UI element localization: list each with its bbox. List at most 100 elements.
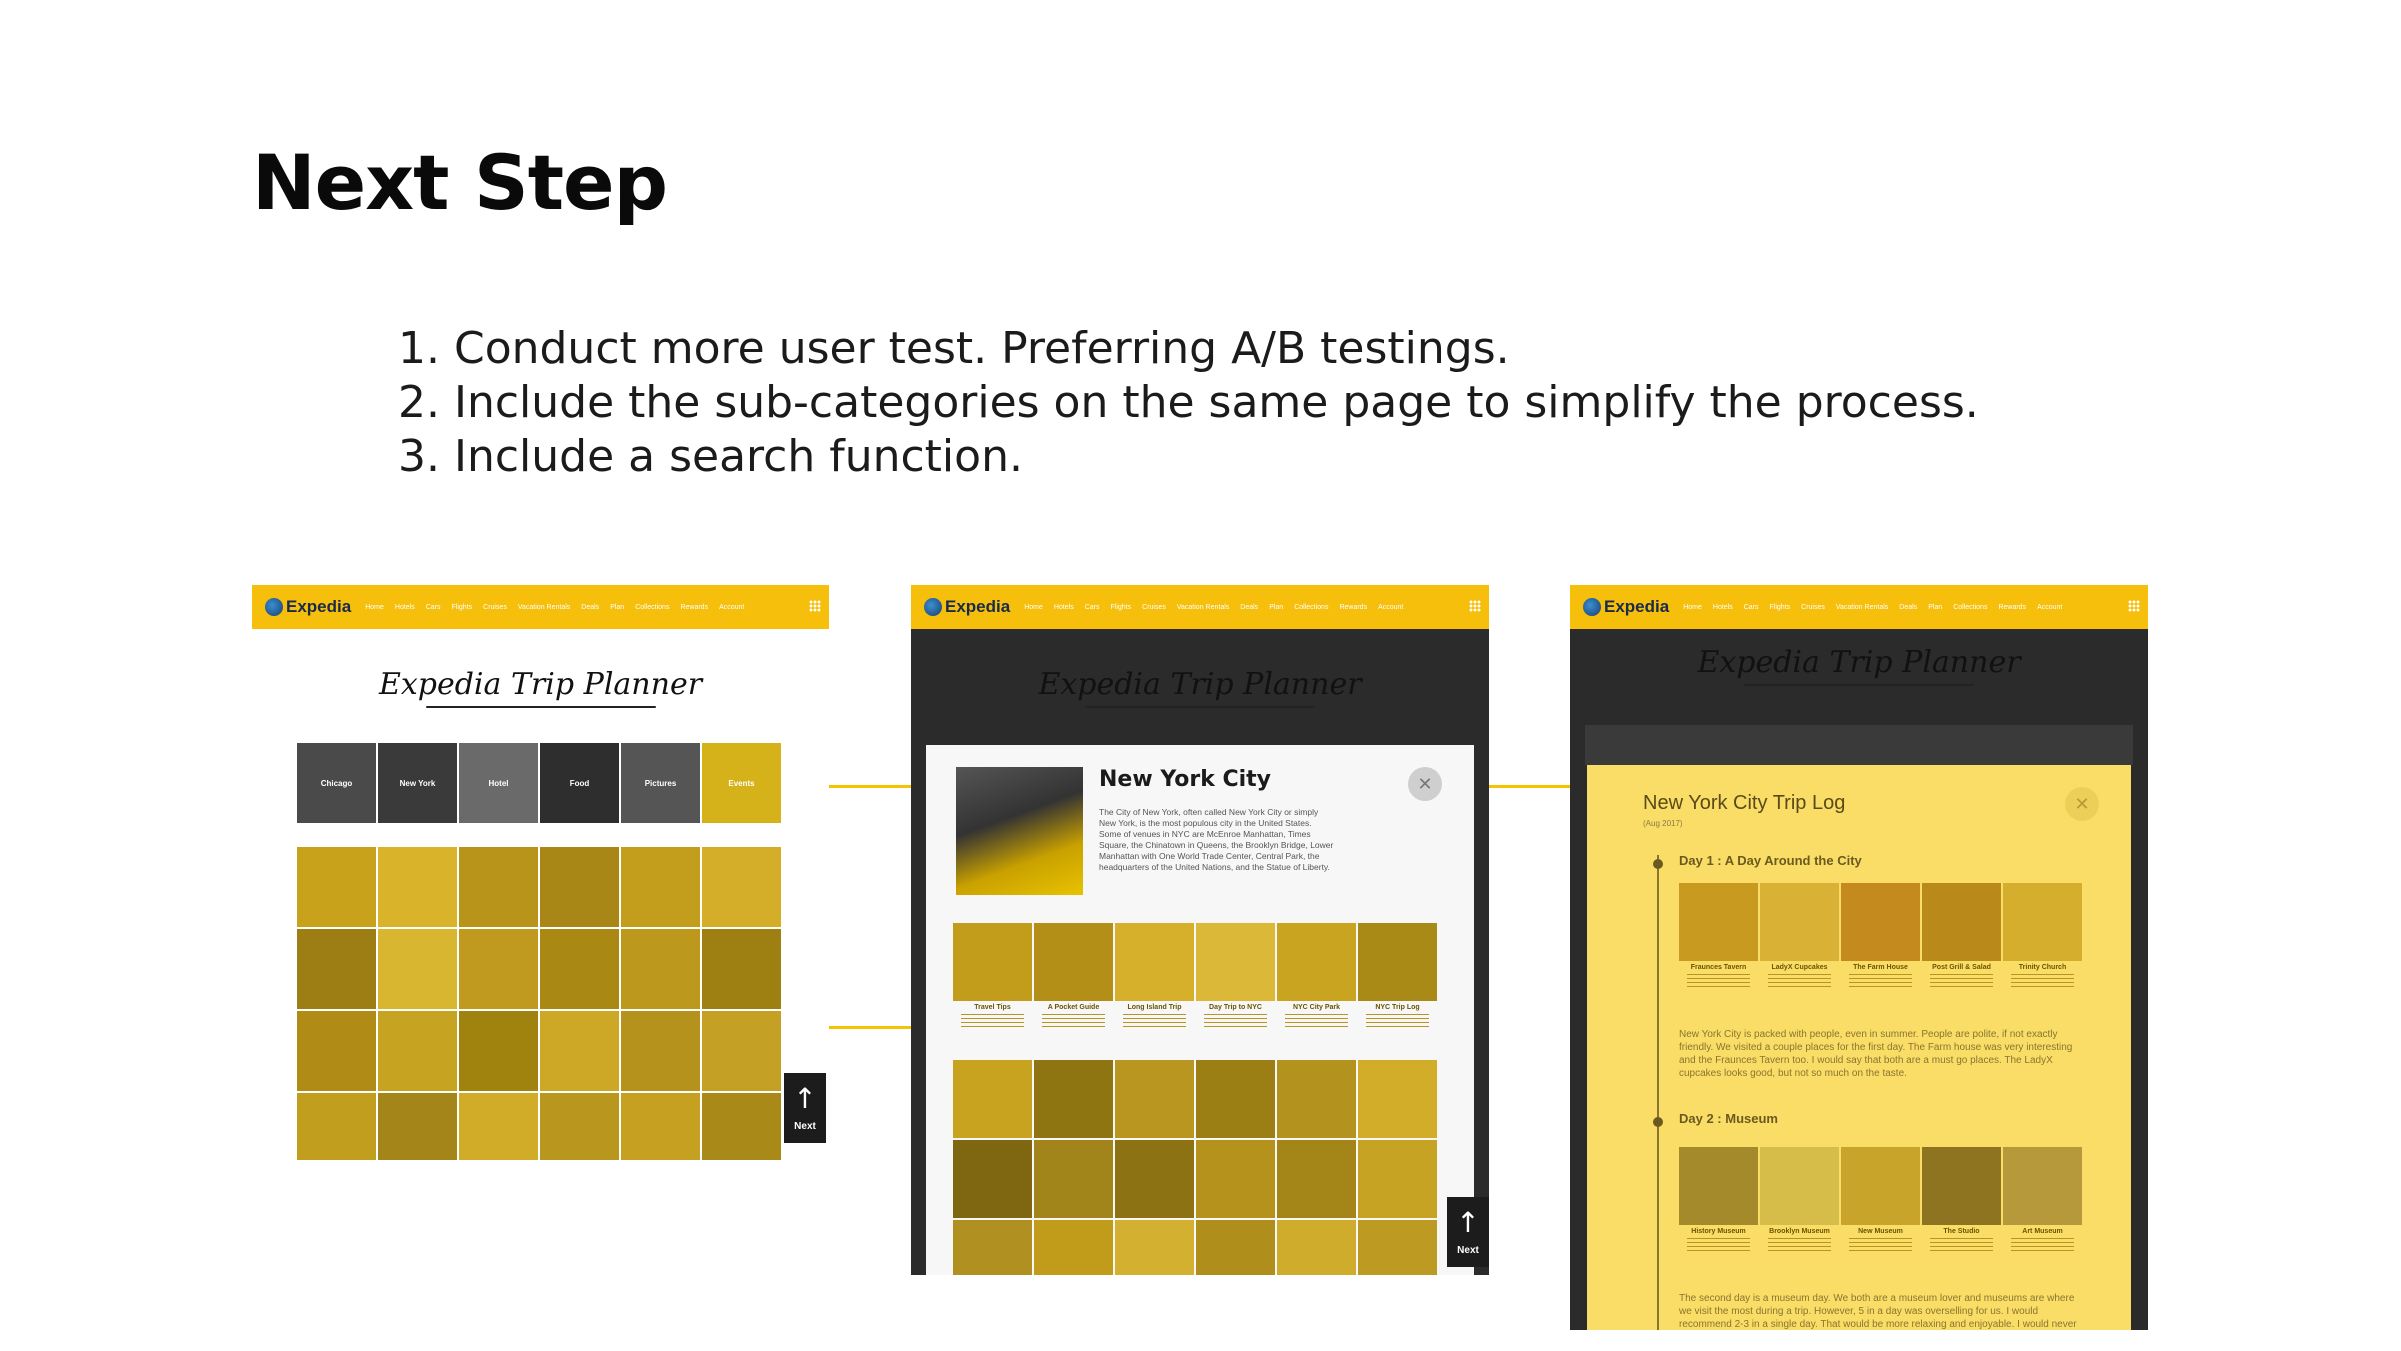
photo-tile[interactable] [1196,1220,1275,1275]
place-card[interactable]: Art Museum [2003,1147,2082,1252]
photo-tile[interactable] [702,847,781,927]
photo-tile[interactable] [378,1011,457,1091]
photo-tile[interactable] [1034,1060,1113,1138]
nav-collections[interactable]: Collections [1953,604,1987,611]
nav-hotels[interactable]: Hotels [395,604,415,611]
photo-tile[interactable] [702,1093,781,1160]
category-tile-pictures[interactable]: Pictures [621,743,700,823]
photo-tile[interactable] [1358,1220,1437,1275]
nav-deals[interactable]: Deals [1240,604,1258,611]
photo-tile[interactable] [378,1093,457,1160]
apps-grid-icon[interactable] [1469,600,1481,612]
nav-hotels[interactable]: Hotels [1054,604,1074,611]
photo-tile[interactable] [953,1140,1032,1218]
photo-tile[interactable] [1358,1140,1437,1218]
photo-tile[interactable] [621,1093,700,1160]
apps-grid-icon[interactable] [809,600,821,612]
photo-tile[interactable] [953,1060,1032,1138]
category-tile-food[interactable]: Food [540,743,619,823]
nav-vacation-rentals[interactable]: Vacation Rentals [518,604,570,611]
nav-account[interactable]: Account [2037,604,2062,611]
category-tile-chicago[interactable]: Chicago [297,743,376,823]
photo-tile[interactable] [1115,1060,1194,1138]
photo-tile[interactable] [1115,1140,1194,1218]
place-card[interactable]: Post Grill & Salad [1922,883,2001,988]
photo-tile[interactable] [1358,1060,1437,1138]
photo-tile[interactable] [540,1093,619,1160]
photo-tile[interactable] [621,1011,700,1091]
nav-plan[interactable]: Plan [610,604,624,611]
nav-home[interactable]: Home [1024,604,1043,611]
nav-vacation-rentals[interactable]: Vacation Rentals [1177,604,1229,611]
nav-plan[interactable]: Plan [1928,604,1942,611]
nav-deals[interactable]: Deals [1899,604,1917,611]
nav-cruises[interactable]: Cruises [483,604,507,611]
nav-cruises[interactable]: Cruises [1142,604,1166,611]
guide-card[interactable]: A Pocket Guide [1034,923,1113,1028]
guide-card[interactable]: NYC Trip Log [1358,923,1437,1028]
photo-tile[interactable] [702,1011,781,1091]
category-tile-hotel[interactable]: Hotel [459,743,538,823]
nav-rewards[interactable]: Rewards [680,604,708,611]
guide-card[interactable]: Travel Tips [953,923,1032,1028]
place-card[interactable]: Trinity Church [2003,883,2082,988]
photo-tile[interactable] [1277,1220,1356,1275]
next-scroll-button[interactable]: ↑ Next [784,1073,826,1143]
nav-deals[interactable]: Deals [581,604,599,611]
nav-collections[interactable]: Collections [635,604,669,611]
photo-tile[interactable] [297,1011,376,1091]
nav-collections[interactable]: Collections [1294,604,1328,611]
expedia-logo[interactable]: Expedia [923,597,1010,617]
photo-tile[interactable] [702,929,781,1009]
nav-home[interactable]: Home [365,604,384,611]
nav-flights[interactable]: Flights [1770,604,1791,611]
photo-tile[interactable] [1034,1220,1113,1275]
nav-rewards[interactable]: Rewards [1998,604,2026,611]
place-card[interactable]: The Farm House [1841,883,1920,988]
photo-tile[interactable] [459,1011,538,1091]
photo-tile[interactable] [1034,1140,1113,1218]
photo-tile[interactable] [378,929,457,1009]
nav-flights[interactable]: Flights [1111,604,1132,611]
photo-tile[interactable] [297,929,376,1009]
nav-vacation-rentals[interactable]: Vacation Rentals [1836,604,1888,611]
photo-tile[interactable] [540,847,619,927]
place-card[interactable]: The Studio [1922,1147,2001,1252]
photo-tile[interactable] [459,847,538,927]
nav-cars[interactable]: Cars [426,604,441,611]
close-icon[interactable]: ✕ [1408,767,1442,801]
nav-home[interactable]: Home [1683,604,1702,611]
next-scroll-button[interactable]: ↑ Next [1447,1197,1489,1267]
photo-tile[interactable] [540,929,619,1009]
expedia-logo[interactable]: Expedia [264,597,351,617]
nav-account[interactable]: Account [1378,604,1403,611]
photo-tile[interactable] [621,847,700,927]
nav-flights[interactable]: Flights [452,604,473,611]
guide-card[interactable]: Day Trip to NYC [1196,923,1275,1028]
guide-card[interactable]: Long Island Trip [1115,923,1194,1028]
guide-card[interactable]: NYC City Park [1277,923,1356,1028]
category-tile-new-york[interactable]: New York [378,743,457,823]
expedia-logo[interactable]: Expedia [1582,597,1669,617]
photo-tile[interactable] [1277,1060,1356,1138]
place-card[interactable]: New Museum [1841,1147,1920,1252]
place-card[interactable]: History Museum [1679,1147,1758,1252]
category-tile-events[interactable]: Events [702,743,781,823]
photo-tile[interactable] [953,1220,1032,1275]
photo-tile[interactable] [540,1011,619,1091]
photo-tile[interactable] [621,929,700,1009]
nav-cars[interactable]: Cars [1744,604,1759,611]
photo-tile[interactable] [1115,1220,1194,1275]
nav-cars[interactable]: Cars [1085,604,1100,611]
photo-tile[interactable] [1196,1140,1275,1218]
photo-tile[interactable] [297,1093,376,1160]
photo-tile[interactable] [297,847,376,927]
photo-tile[interactable] [459,1093,538,1160]
place-card[interactable]: Brooklyn Museum [1760,1147,1839,1252]
nav-account[interactable]: Account [719,604,744,611]
place-card[interactable]: Fraunces Tavern [1679,883,1758,988]
photo-tile[interactable] [1277,1140,1356,1218]
nav-rewards[interactable]: Rewards [1339,604,1367,611]
nav-plan[interactable]: Plan [1269,604,1283,611]
photo-tile[interactable] [1196,1060,1275,1138]
